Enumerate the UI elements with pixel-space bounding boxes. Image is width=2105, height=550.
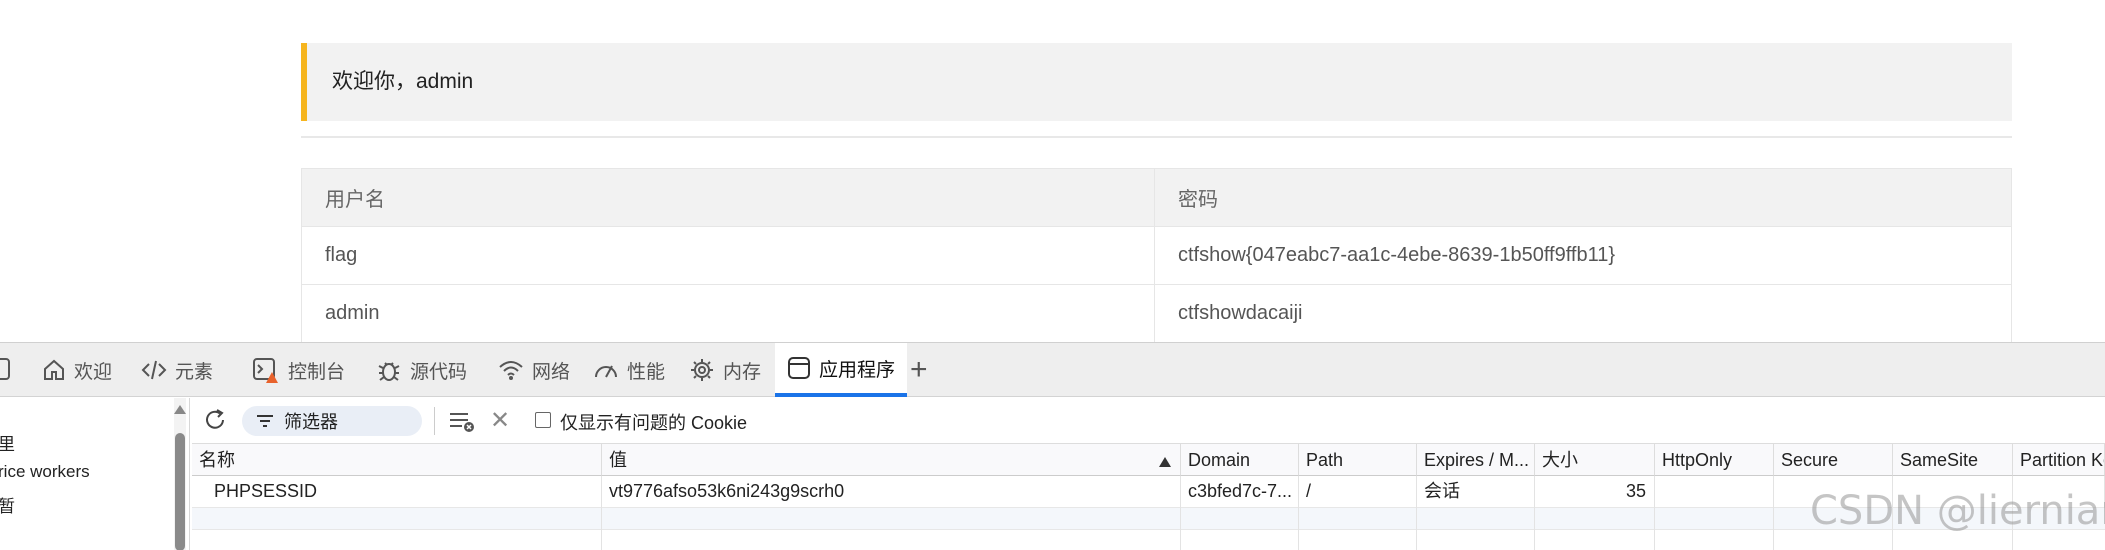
cell-password: ctfshow{047eabc7-aa1c-4ebe-8639-1b50ff9f…: [1154, 226, 2012, 285]
tab-label: 源代码: [410, 361, 468, 383]
column-header-samesite[interactable]: SameSite: [1893, 444, 2013, 476]
cookie-domain-cell[interactable]: c3bfed7c-7...: [1181, 476, 1299, 508]
clear-all-icon[interactable]: [448, 410, 476, 434]
tab-performance[interactable]: 性能: [593, 343, 665, 397]
toolbar-separator: [434, 407, 435, 435]
column-divider: [1180, 508, 1181, 550]
dock-toggle-icon[interactable]: [0, 358, 10, 380]
scrollbar-thumb[interactable]: [175, 433, 185, 550]
column-divider: [601, 508, 602, 550]
sort-ascending-icon: [1159, 457, 1171, 467]
cookie-expires-cell[interactable]: 会话: [1417, 476, 1535, 508]
table-row: admin ctfshowdacaiji: [301, 284, 2012, 343]
user-table: 用户名 密码 flag ctfshow{047eabc7-aa1c-4ebe-8…: [301, 168, 2012, 343]
filter-placeholder: 筛选器: [284, 412, 338, 432]
column-header-expires[interactable]: Expires / M...: [1417, 444, 1535, 476]
tab-sources[interactable]: 源代码: [376, 343, 467, 397]
tab-label: 元素: [175, 361, 214, 383]
tab-memory[interactable]: 内存: [689, 343, 761, 397]
welcome-banner: 欢迎你，admin: [301, 43, 2012, 121]
sidebar-item[interactable]: 里: [0, 430, 15, 455]
cookie-value-cell[interactable]: vt9776afso53k6ni243g9scrh0: [602, 476, 1181, 508]
tab-label: 性能: [627, 361, 666, 383]
column-header-size[interactable]: 大小: [1535, 444, 1655, 476]
gauge-icon: [595, 365, 617, 378]
sidebar-item-service-workers[interactable]: rice workers: [0, 462, 90, 482]
application-sidebar: 里 rice workers 暂: [0, 398, 190, 550]
tab-welcome[interactable]: 欢迎: [42, 343, 112, 397]
column-divider: [1298, 508, 1299, 550]
table-row: flag ctfshow{047eabc7-aa1c-4ebe-8639-1b5…: [301, 226, 2012, 285]
sidebar-item[interactable]: 暂: [0, 492, 15, 517]
add-tab-button[interactable]: +: [910, 353, 928, 387]
divider: [301, 136, 2012, 138]
tab-label: 应用程序: [819, 359, 896, 381]
column-header-partition-key[interactable]: Partition Ke: [2013, 444, 2105, 476]
refresh-icon[interactable]: [202, 407, 228, 433]
column-header-name[interactable]: 名称: [192, 444, 602, 476]
only-issues-label: 仅显示有问题的 Cookie: [560, 413, 748, 433]
tab-network[interactable]: 网络: [498, 343, 570, 397]
table-header-row: 用户名 密码: [301, 168, 2012, 227]
home-icon: [44, 359, 64, 380]
cell-username: admin: [301, 284, 1155, 343]
web-page: 欢迎你，admin 用户名 密码 flag ctfshow{047eabc7-a…: [0, 0, 2105, 343]
devtools-panel: 欢迎 元素 控制台 源代码 网络 性能 内存 应用程序 + 里 rice wor…: [0, 342, 2105, 550]
tab-label: 欢迎: [74, 361, 113, 383]
cell-password: ctfshowdacaiji: [1154, 284, 2012, 343]
console-icon: [253, 358, 278, 383]
cookie-path-cell[interactable]: /: [1299, 476, 1417, 508]
column-header-label: 值: [609, 450, 627, 470]
tab-label: 网络: [532, 361, 571, 383]
watermark: CSDN @liernian: [1810, 488, 2105, 534]
tab-console[interactable]: 控制台: [252, 343, 345, 397]
tab-elements[interactable]: 元素: [141, 343, 213, 397]
wifi-icon: [499, 361, 523, 380]
code-icon: [141, 360, 167, 380]
cookie-toolbar: 筛选器 ✕ 仅显示有问题的 Cookie: [192, 398, 2105, 444]
delete-selected-icon[interactable]: ✕: [490, 409, 510, 433]
bug-icon: [378, 362, 400, 381]
only-issues-checkbox[interactable]: [535, 412, 551, 428]
cookie-name-cell[interactable]: PHPSESSID: [192, 476, 602, 508]
header-password: 密码: [1154, 168, 2012, 227]
welcome-text: 欢迎你，admin: [332, 70, 474, 93]
column-divider: [1534, 508, 1535, 550]
tab-label: 控制台: [288, 361, 346, 383]
column-header-domain[interactable]: Domain: [1181, 444, 1299, 476]
column-divider: [1416, 508, 1417, 550]
scroll-up-arrow-icon[interactable]: [174, 405, 186, 414]
tab-label: 内存: [723, 361, 762, 383]
cookie-size-cell[interactable]: 35: [1535, 476, 1655, 508]
column-header-path[interactable]: Path: [1299, 444, 1417, 476]
column-header-secure[interactable]: Secure: [1774, 444, 1893, 476]
tab-application[interactable]: 应用程序: [775, 343, 908, 397]
chip-icon: [691, 359, 713, 381]
filter-icon: [257, 415, 273, 427]
column-divider: [1654, 508, 1655, 550]
cookie-httponly-cell[interactable]: [1655, 476, 1774, 508]
column-divider: [1773, 508, 1774, 550]
filter-input[interactable]: 筛选器: [242, 406, 422, 436]
devtools-tabbar: 欢迎 元素 控制台 源代码 网络 性能 内存 应用程序 +: [0, 343, 2105, 397]
window-icon: [788, 357, 810, 379]
column-header-value[interactable]: 值: [602, 444, 1181, 476]
header-username: 用户名: [301, 168, 1155, 227]
column-header-httponly[interactable]: HttpOnly: [1655, 444, 1774, 476]
cell-username: flag: [301, 226, 1155, 285]
